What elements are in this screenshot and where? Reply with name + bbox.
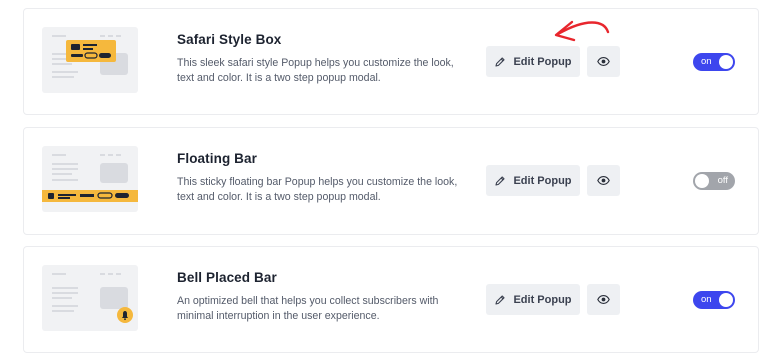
- floating-bar-thumbnail: [42, 146, 138, 212]
- pencil-icon: [495, 294, 506, 305]
- eye-icon: [597, 295, 610, 304]
- popup-title: Bell Placed Bar: [177, 270, 277, 285]
- edit-popup-label: Edit Popup: [513, 174, 572, 187]
- edit-popup-label: Edit Popup: [513, 293, 572, 306]
- popup-title: Safari Style Box: [177, 32, 282, 47]
- pencil-icon: [495, 175, 506, 186]
- enable-toggle[interactable]: on: [693, 53, 735, 71]
- bell-bar-thumbnail: [42, 265, 138, 331]
- popup-description: This sticky floating bar Popup helps you…: [177, 176, 458, 203]
- preview-button[interactable]: [587, 165, 620, 196]
- safari-popup-thumbnail: [42, 27, 138, 93]
- toggle-label: off: [717, 175, 728, 186]
- toggle-knob: [719, 55, 733, 69]
- enable-toggle[interactable]: off: [693, 172, 735, 190]
- popup-card-bell-placed-bar: Bell Placed Bar An optimized bell that h…: [23, 246, 759, 353]
- enable-toggle[interactable]: on: [693, 291, 735, 309]
- preview-button[interactable]: [587, 46, 620, 77]
- popup-card-safari: Safari Style Box This sleek safari style…: [23, 8, 759, 115]
- toggle-label: on: [701, 294, 712, 305]
- edit-popup-button[interactable]: Edit Popup: [486, 284, 580, 315]
- toggle-knob: [719, 293, 733, 307]
- edit-popup-button[interactable]: Edit Popup: [486, 46, 580, 77]
- pencil-icon: [495, 56, 506, 67]
- popup-title: Floating Bar: [177, 151, 257, 166]
- eye-icon: [597, 176, 610, 185]
- toggle-knob: [695, 174, 709, 188]
- edit-popup-button[interactable]: Edit Popup: [486, 165, 580, 196]
- edit-popup-label: Edit Popup: [513, 55, 572, 68]
- popup-card-floating-bar: Floating Bar This sticky floating bar Po…: [23, 127, 759, 235]
- eye-icon: [597, 57, 610, 66]
- red-arrow-annotation: [554, 20, 610, 42]
- popup-description: This sleek safari style Popup helps you …: [177, 57, 454, 84]
- preview-button[interactable]: [587, 284, 620, 315]
- toggle-label: on: [701, 56, 712, 67]
- popup-description: An optimized bell that helps you collect…: [177, 295, 439, 322]
